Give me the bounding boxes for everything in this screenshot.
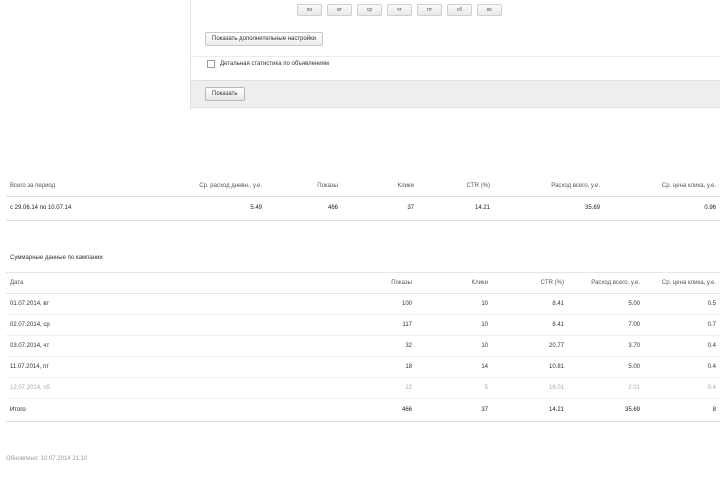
row-spend: 7.00 bbox=[568, 314, 644, 336]
table-row: 01.07.2014, вт 100 10 8.41 5.00 0.5 bbox=[6, 293, 720, 315]
column-header-spend: Расход всего, у.е. bbox=[568, 272, 644, 294]
row-impressions: 18 bbox=[266, 356, 416, 378]
divider bbox=[191, 56, 720, 57]
last-updated-text: Обновлено: 10.07.2014 21:10 bbox=[6, 456, 88, 462]
row-clicks: 10 bbox=[416, 335, 492, 357]
column-header-avg-cpc: Ср. цена клика, у.е. bbox=[644, 272, 720, 294]
row-avg-cpc: 0.7 bbox=[644, 314, 720, 336]
column-header-ctr: CTR (%) bbox=[492, 272, 568, 294]
row-date: 02.07.2014, ср bbox=[6, 314, 266, 336]
row-spend: 5.00 bbox=[568, 356, 644, 378]
summary-table: Всего за период Ср. расход дневн., у.е. … bbox=[6, 176, 720, 221]
weekday-mon-button[interactable]: пн bbox=[297, 4, 322, 16]
weekday-selector: пн вт ср чт пт сб вс bbox=[297, 4, 502, 16]
row-avg-cpc: 0.4 bbox=[644, 377, 720, 399]
row-date: 11.07.2014, пт bbox=[6, 356, 266, 378]
weekday-tue-button[interactable]: вт bbox=[327, 4, 352, 16]
summary-period: с 29.06.14 по 10.07.14 bbox=[6, 196, 156, 221]
row-clicks: 10 bbox=[416, 314, 492, 336]
total-avg-cpc: 8 bbox=[644, 398, 720, 422]
action-bar: Показать bbox=[191, 80, 720, 108]
row-impressions: 32 bbox=[266, 335, 416, 357]
row-ctr: 20.77 bbox=[492, 335, 568, 357]
summary-header-impressions: Показы bbox=[266, 176, 342, 197]
row-date: 12.07.2014, сб bbox=[6, 377, 266, 399]
summary-avg-daily: 5.49 bbox=[156, 196, 266, 221]
summary-header-period: Всего за период bbox=[6, 176, 156, 197]
row-ctr: 8.41 bbox=[492, 293, 568, 315]
advanced-settings-button[interactable]: Показать дополнительные настройки bbox=[205, 32, 324, 46]
summary-header-ctr: CTR (%) bbox=[418, 176, 494, 197]
row-clicks: 5 bbox=[416, 377, 492, 399]
row-date: 01.07.2014, вт bbox=[6, 293, 266, 315]
total-impressions: 466 bbox=[266, 398, 416, 422]
row-avg-cpc: 0.4 bbox=[644, 356, 720, 378]
filter-panel: пн вт ср чт пт сб вс Показать дополнител… bbox=[190, 0, 720, 110]
summary-avg-cpc: 0.96 bbox=[604, 196, 720, 221]
column-header-clicks: Клики bbox=[416, 272, 492, 294]
detail-stats-label[interactable]: Детальная статистика по объявлениям bbox=[220, 61, 329, 67]
daily-section-title: Суммарные данные по кампании bbox=[10, 255, 103, 261]
detail-stats-checkbox[interactable] bbox=[207, 60, 215, 68]
row-avg-cpc: 0.4 bbox=[644, 335, 720, 357]
row-avg-cpc: 0.5 bbox=[644, 293, 720, 315]
row-spend: 5.00 bbox=[568, 293, 644, 315]
table-row: 03.07.2014, чт 32 10 20.77 3.70 0.4 bbox=[6, 335, 720, 357]
table-row: 02.07.2014, ср 117 10 8.41 7.00 0.7 bbox=[6, 314, 720, 336]
weekday-sun-button[interactable]: вс bbox=[477, 4, 502, 16]
row-spend: 3.70 bbox=[568, 335, 644, 357]
weekday-thu-button[interactable]: чт bbox=[387, 4, 412, 16]
summary-impressions: 466 bbox=[266, 196, 342, 221]
daily-header-row: Дата Показы Клики CTR (%) Расход всего, … bbox=[6, 272, 720, 294]
column-header-impressions: Показы bbox=[266, 272, 416, 294]
row-impressions: 100 bbox=[266, 293, 416, 315]
row-ctr: 10.81 bbox=[492, 356, 568, 378]
summary-header-clicks: Клики bbox=[342, 176, 418, 197]
row-spend: 2.01 bbox=[568, 377, 644, 399]
summary-spend: 35.69 bbox=[494, 196, 604, 221]
total-spend: 35.69 bbox=[568, 398, 644, 422]
total-clicks: 37 bbox=[416, 398, 492, 422]
summary-header-avg-cpc: Ср. цена клика, у.е. bbox=[604, 176, 720, 197]
summary-header-spend: Расход всего, у.е. bbox=[494, 176, 604, 197]
row-impressions: 117 bbox=[266, 314, 416, 336]
column-header-date[interactable]: Дата bbox=[6, 272, 266, 294]
row-ctr: 8.41 bbox=[492, 314, 568, 336]
total-row: Итого 466 37 14.21 35.69 8 bbox=[6, 398, 720, 422]
row-ctr: 16.01 bbox=[492, 377, 568, 399]
total-label: Итого bbox=[6, 398, 266, 422]
row-impressions: 22 bbox=[266, 377, 416, 399]
row-date: 03.07.2014, чт bbox=[6, 335, 266, 357]
row-clicks: 10 bbox=[416, 293, 492, 315]
table-row: 12.07.2014, сб 22 5 16.01 2.01 0.4 bbox=[6, 377, 720, 399]
weekday-fri-button[interactable]: пт bbox=[417, 4, 442, 16]
summary-header-avg-daily: Ср. расход дневн., у.е. bbox=[156, 176, 266, 197]
weekday-wed-button[interactable]: ср bbox=[357, 4, 382, 16]
table-row: 11.07.2014, пт 18 14 10.81 5.00 0.4 bbox=[6, 356, 720, 378]
summary-header-row: Всего за период Ср. расход дневн., у.е. … bbox=[6, 176, 720, 197]
total-ctr: 14.21 bbox=[492, 398, 568, 422]
daily-stats-table: Дата Показы Клики CTR (%) Расход всего, … bbox=[6, 272, 720, 422]
weekday-sat-button[interactable]: сб bbox=[447, 4, 472, 16]
detail-stats-option: Детальная статистика по объявлениям bbox=[207, 60, 329, 68]
summary-ctr: 14.21 bbox=[418, 196, 494, 221]
row-clicks: 14 bbox=[416, 356, 492, 378]
summary-clicks: 37 bbox=[342, 196, 418, 221]
summary-row: с 29.06.14 по 10.07.14 5.49 466 37 14.21… bbox=[6, 196, 720, 221]
show-button[interactable]: Показать bbox=[205, 87, 245, 101]
